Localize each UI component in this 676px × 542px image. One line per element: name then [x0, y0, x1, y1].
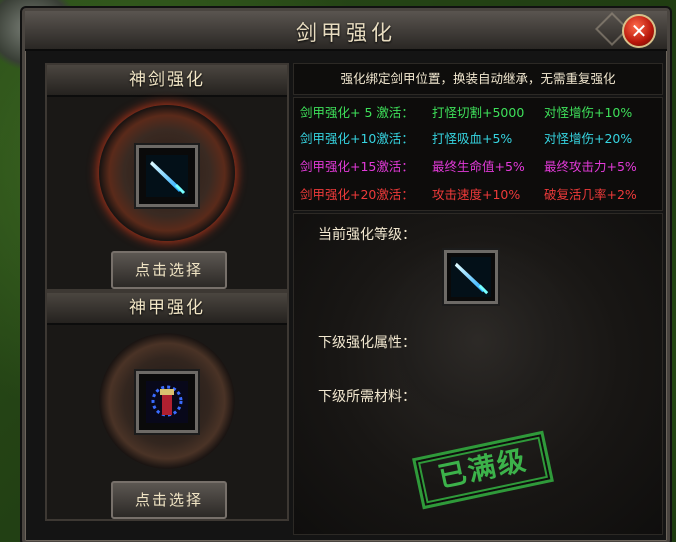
- detail-panel: 当前强化等级： 下级强化属性： 下级所需材料： 已满级: [293, 213, 663, 535]
- bonus-row: 剑甲强化+ 5 激活： 打怪切割+5000 对怪增伤+10%: [300, 100, 660, 126]
- title-bar[interactable]: 剑甲强化 ✕: [25, 11, 667, 51]
- bonus-row: 剑甲强化+15激活： 最终生命值+5% 最终攻击力+5%: [300, 154, 660, 180]
- next-material-label: 下级所需材料：: [318, 389, 416, 405]
- sword-panel-title: 神剑强化: [129, 70, 205, 90]
- armor-panel-title: 神甲强化: [129, 298, 205, 318]
- bonus-attr-1: 攻击速度+10%: [432, 187, 521, 202]
- current-item-slot[interactable]: [444, 250, 498, 304]
- bonus-attr-2: 最终攻击力+5%: [544, 159, 637, 174]
- sword-icon: [146, 155, 188, 197]
- window-title: 剑甲强化: [296, 21, 396, 45]
- enhance-window: 剑甲强化 ✕ 神剑强化 点击选择 神甲强化 点击选择 强化绑定剑甲位置，换装自动…: [22, 8, 670, 542]
- bonus-level: 剑甲强化+15激活：: [300, 159, 414, 174]
- armor-icon: [146, 381, 188, 423]
- bonus-attr-2: 破复活几率+2%: [544, 187, 637, 202]
- armor-slot[interactable]: [136, 371, 198, 433]
- bonus-attr-1: 打怪吸血+5%: [432, 131, 513, 146]
- sword-panel: 神剑强化 点击选择: [45, 63, 289, 291]
- bonus-attr-2: 对怪增伤+10%: [544, 105, 633, 120]
- bonus-row: 剑甲强化+10激活： 打怪吸血+5% 对怪增伤+20%: [300, 126, 660, 152]
- bonus-attr-2: 对怪增伤+20%: [544, 131, 633, 146]
- sword-panel-header: 神剑强化: [47, 65, 287, 97]
- sword-select-button[interactable]: 点击选择: [111, 251, 227, 289]
- bonus-level: 剑甲强化+20激活：: [300, 187, 414, 202]
- current-level-label: 当前强化等级：: [318, 227, 416, 243]
- bonus-attr-1: 打怪切割+5000: [432, 105, 525, 120]
- armor-panel-header: 神甲强化: [47, 293, 287, 325]
- bonus-level: 剑甲强化+ 5 激活：: [300, 105, 414, 120]
- sword-slot[interactable]: [136, 145, 198, 207]
- sword-icon: [451, 257, 491, 297]
- bonus-level: 剑甲强化+10激活：: [300, 131, 414, 146]
- next-attr-label: 下级强化属性：: [318, 335, 416, 351]
- game-scene: 剑甲强化 ✕ 神剑强化 点击选择 神甲强化 点击选择 强化绑定剑甲位置，换装自动…: [0, 0, 676, 542]
- armor-select-button[interactable]: 点击选择: [111, 481, 227, 519]
- armor-panel: 神甲强化 点击选择: [45, 291, 289, 521]
- close-icon[interactable]: ✕: [622, 14, 656, 48]
- bind-notice: 强化绑定剑甲位置，换装自动继承，无需重复强化: [293, 63, 663, 95]
- bonus-row: 剑甲强化+20激活： 攻击速度+10% 破复活几率+2%: [300, 182, 660, 208]
- bonus-table: 剑甲强化+ 5 激活： 打怪切割+5000 对怪增伤+10% 剑甲强化+10激活…: [293, 97, 663, 211]
- max-level-stamp: 已满级: [412, 430, 554, 510]
- bonus-attr-1: 最终生命值+5%: [432, 159, 525, 174]
